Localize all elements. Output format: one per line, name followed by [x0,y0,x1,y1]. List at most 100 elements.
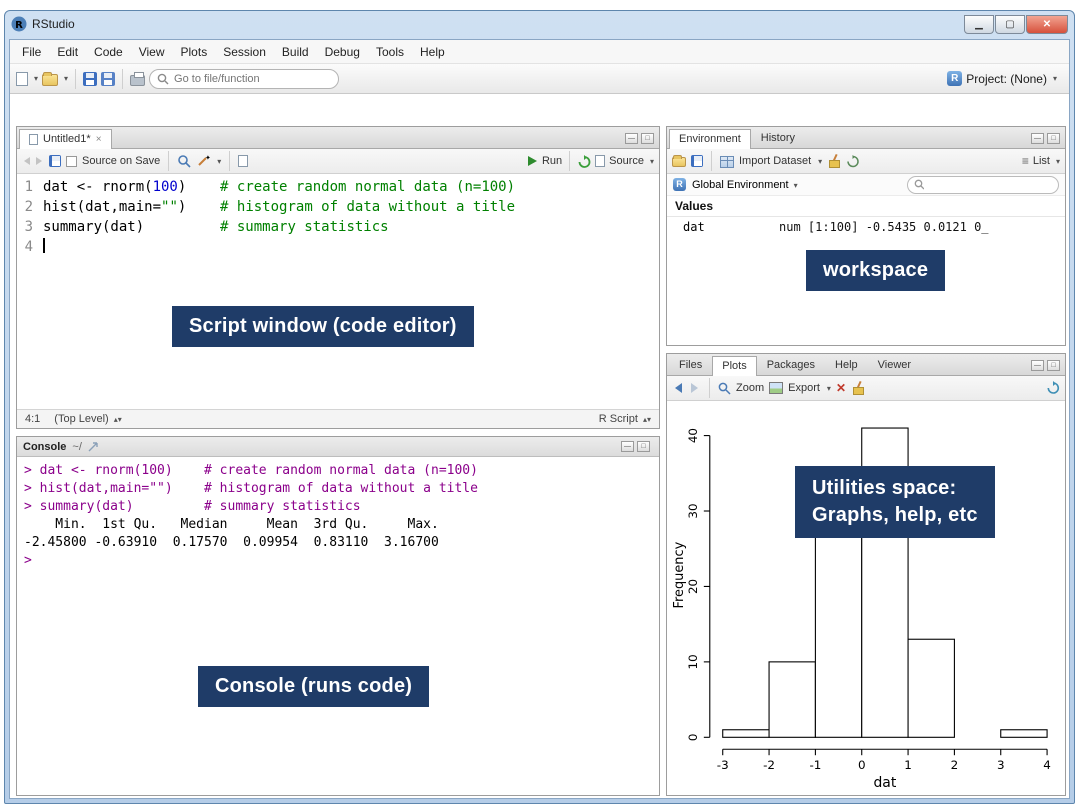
maximize-pane-icon[interactable]: □ [637,441,650,452]
console-output[interactable]: > dat <- rnorm(100) # create random norm… [17,458,659,795]
tab-label: Untitled1* [43,133,91,145]
new-file-icon[interactable] [16,72,28,86]
import-dataset-dropdown-icon[interactable]: ▾ [818,157,822,166]
editor-line[interactable]: 1dat <- rnorm(100) # create random norma… [17,177,659,197]
code-tools-wand-icon[interactable]: ✦ [196,154,210,168]
file-type-selector[interactable]: R Script ▴▾ [599,413,651,425]
run-controls: Run Source ▾ [526,151,654,171]
svg-text:-2: -2 [763,758,775,772]
annotation-script-window: Script window (code editor) [172,306,474,347]
toolbar-separator [229,151,230,171]
export-dropdown-icon[interactable]: ▾ [827,384,831,393]
environment-object-row[interactable]: datnum [1:100] -0.5435 0.0121 0_ [667,217,1065,237]
tab-untitled1[interactable]: Untitled1* × [19,129,112,149]
open-in-window-icon[interactable] [88,442,100,452]
remove-plot-icon[interactable]: ✕ [836,381,846,395]
minimize-pane-icon[interactable]: — [1031,360,1044,371]
tab-plots[interactable]: Plots [712,356,756,376]
clear-workspace-broom-icon[interactable] [827,154,841,168]
menu-edit[interactable]: Edit [49,41,86,63]
console-line: > [24,552,652,570]
goto-file-input[interactable] [149,69,339,89]
histogram-svg: 010203040-3-2-101234Frequencydat [669,403,1063,793]
export-button[interactable]: Export [788,382,820,394]
global-environment-selector[interactable]: Global Environment ▾ [692,179,798,191]
svg-text:R: R [15,20,23,31]
menu-debug[interactable]: Debug [317,41,368,63]
minimize-pane-icon[interactable]: — [625,133,638,144]
import-dataset-icon [720,156,734,168]
tab-viewer[interactable]: Viewer [868,355,921,375]
maximize-pane-icon[interactable]: □ [1047,133,1060,144]
tab-files[interactable]: Files [669,355,712,375]
zoom-button[interactable]: Zoom [736,382,764,394]
refresh-plots-icon[interactable] [1046,381,1060,395]
window-title: RStudio [32,17,75,31]
rerun-icon[interactable] [577,155,591,168]
nav-back-forward-icon[interactable] [22,155,44,167]
find-replace-icon[interactable] [177,154,191,168]
compile-notebook-icon[interactable] [238,155,248,167]
run-button[interactable]: Run [542,155,562,167]
menu-session[interactable]: Session [215,41,274,63]
goto-search-icon [157,73,169,85]
source-dropdown-icon[interactable]: ▾ [650,157,654,166]
clear-all-plots-broom-icon[interactable] [851,381,865,395]
values-section-header: Values [667,196,1065,217]
toolbar-separator [168,151,169,171]
menu-file[interactable]: File [14,41,49,63]
menu-view[interactable]: View [131,41,173,63]
editor-line[interactable]: 3summary(dat) # summary statistics [17,217,659,237]
minimize-pane-icon[interactable]: — [1031,133,1044,144]
tab-close-icon[interactable]: × [96,134,102,145]
scope-selector[interactable]: (Top Level) ▴▾ [54,413,122,425]
open-file-dropdown-icon[interactable]: ▾ [64,74,68,83]
minimize-pane-icon[interactable]: — [621,441,634,452]
maximize-pane-icon[interactable]: □ [641,133,654,144]
source-button[interactable]: Source [609,155,644,167]
menu-build[interactable]: Build [274,41,317,63]
toolbar-separator [711,151,712,171]
menu-tools[interactable]: Tools [368,41,412,63]
load-workspace-icon[interactable] [672,157,686,167]
annotation-console: Console (runs code) [198,666,429,707]
toolbar-separator [122,69,123,89]
editor-line[interactable]: 2hist(dat,main="") # histogram of data w… [17,197,659,217]
code-tools-dropdown-icon[interactable]: ▾ [217,157,221,166]
tab-environment[interactable]: Environment [669,129,751,149]
save-all-icon[interactable] [101,72,115,86]
print-icon[interactable] [130,75,145,86]
svg-text:3: 3 [997,758,1005,772]
svg-text:Frequency: Frequency [672,541,687,608]
close-button[interactable]: ✕ [1026,15,1068,34]
save-icon[interactable] [83,72,97,86]
main-toolbar: ▾ ▾ R Project: (None) ▾ [10,64,1069,94]
environment-pane: Environment History — □ Import Dataset ▾ [666,126,1066,346]
list-view-selector[interactable]: ≡ List ▾ [1022,154,1060,168]
maximize-pane-icon[interactable]: □ [1047,360,1060,371]
editor-lines[interactable]: 1dat <- rnorm(100) # create random norma… [17,175,659,409]
minimize-button[interactable]: ▁ [964,15,994,34]
import-dataset-button[interactable]: Import Dataset [739,155,811,167]
open-file-icon[interactable] [42,74,58,86]
save-document-icon[interactable] [49,155,61,167]
source-on-save-checkbox[interactable] [66,156,77,167]
editor-line[interactable]: 4 [17,237,659,257]
menu-plots[interactable]: Plots [173,41,216,63]
next-plot-icon[interactable] [689,382,701,394]
menu-code[interactable]: Code [86,41,131,63]
source-status-bar: 4:1 (Top Level) ▴▾ R Script ▴▾ [17,409,659,428]
environment-search-input[interactable] [928,179,1052,191]
save-workspace-icon[interactable] [691,155,703,167]
tab-help[interactable]: Help [825,355,868,375]
project-selector[interactable]: R Project: (None) ▾ [941,69,1063,88]
tab-history[interactable]: History [751,128,805,148]
menu-help[interactable]: Help [412,41,453,63]
project-dropdown-icon: ▾ [1053,74,1057,83]
maximize-button[interactable]: ▢ [995,15,1025,34]
title-bar[interactable]: R RStudio ▁ ▢ ✕ [5,11,1074,37]
previous-plot-icon[interactable] [672,382,684,394]
tab-packages[interactable]: Packages [757,355,825,375]
refresh-environment-icon[interactable] [846,155,859,168]
new-file-dropdown-icon[interactable]: ▾ [34,74,38,83]
